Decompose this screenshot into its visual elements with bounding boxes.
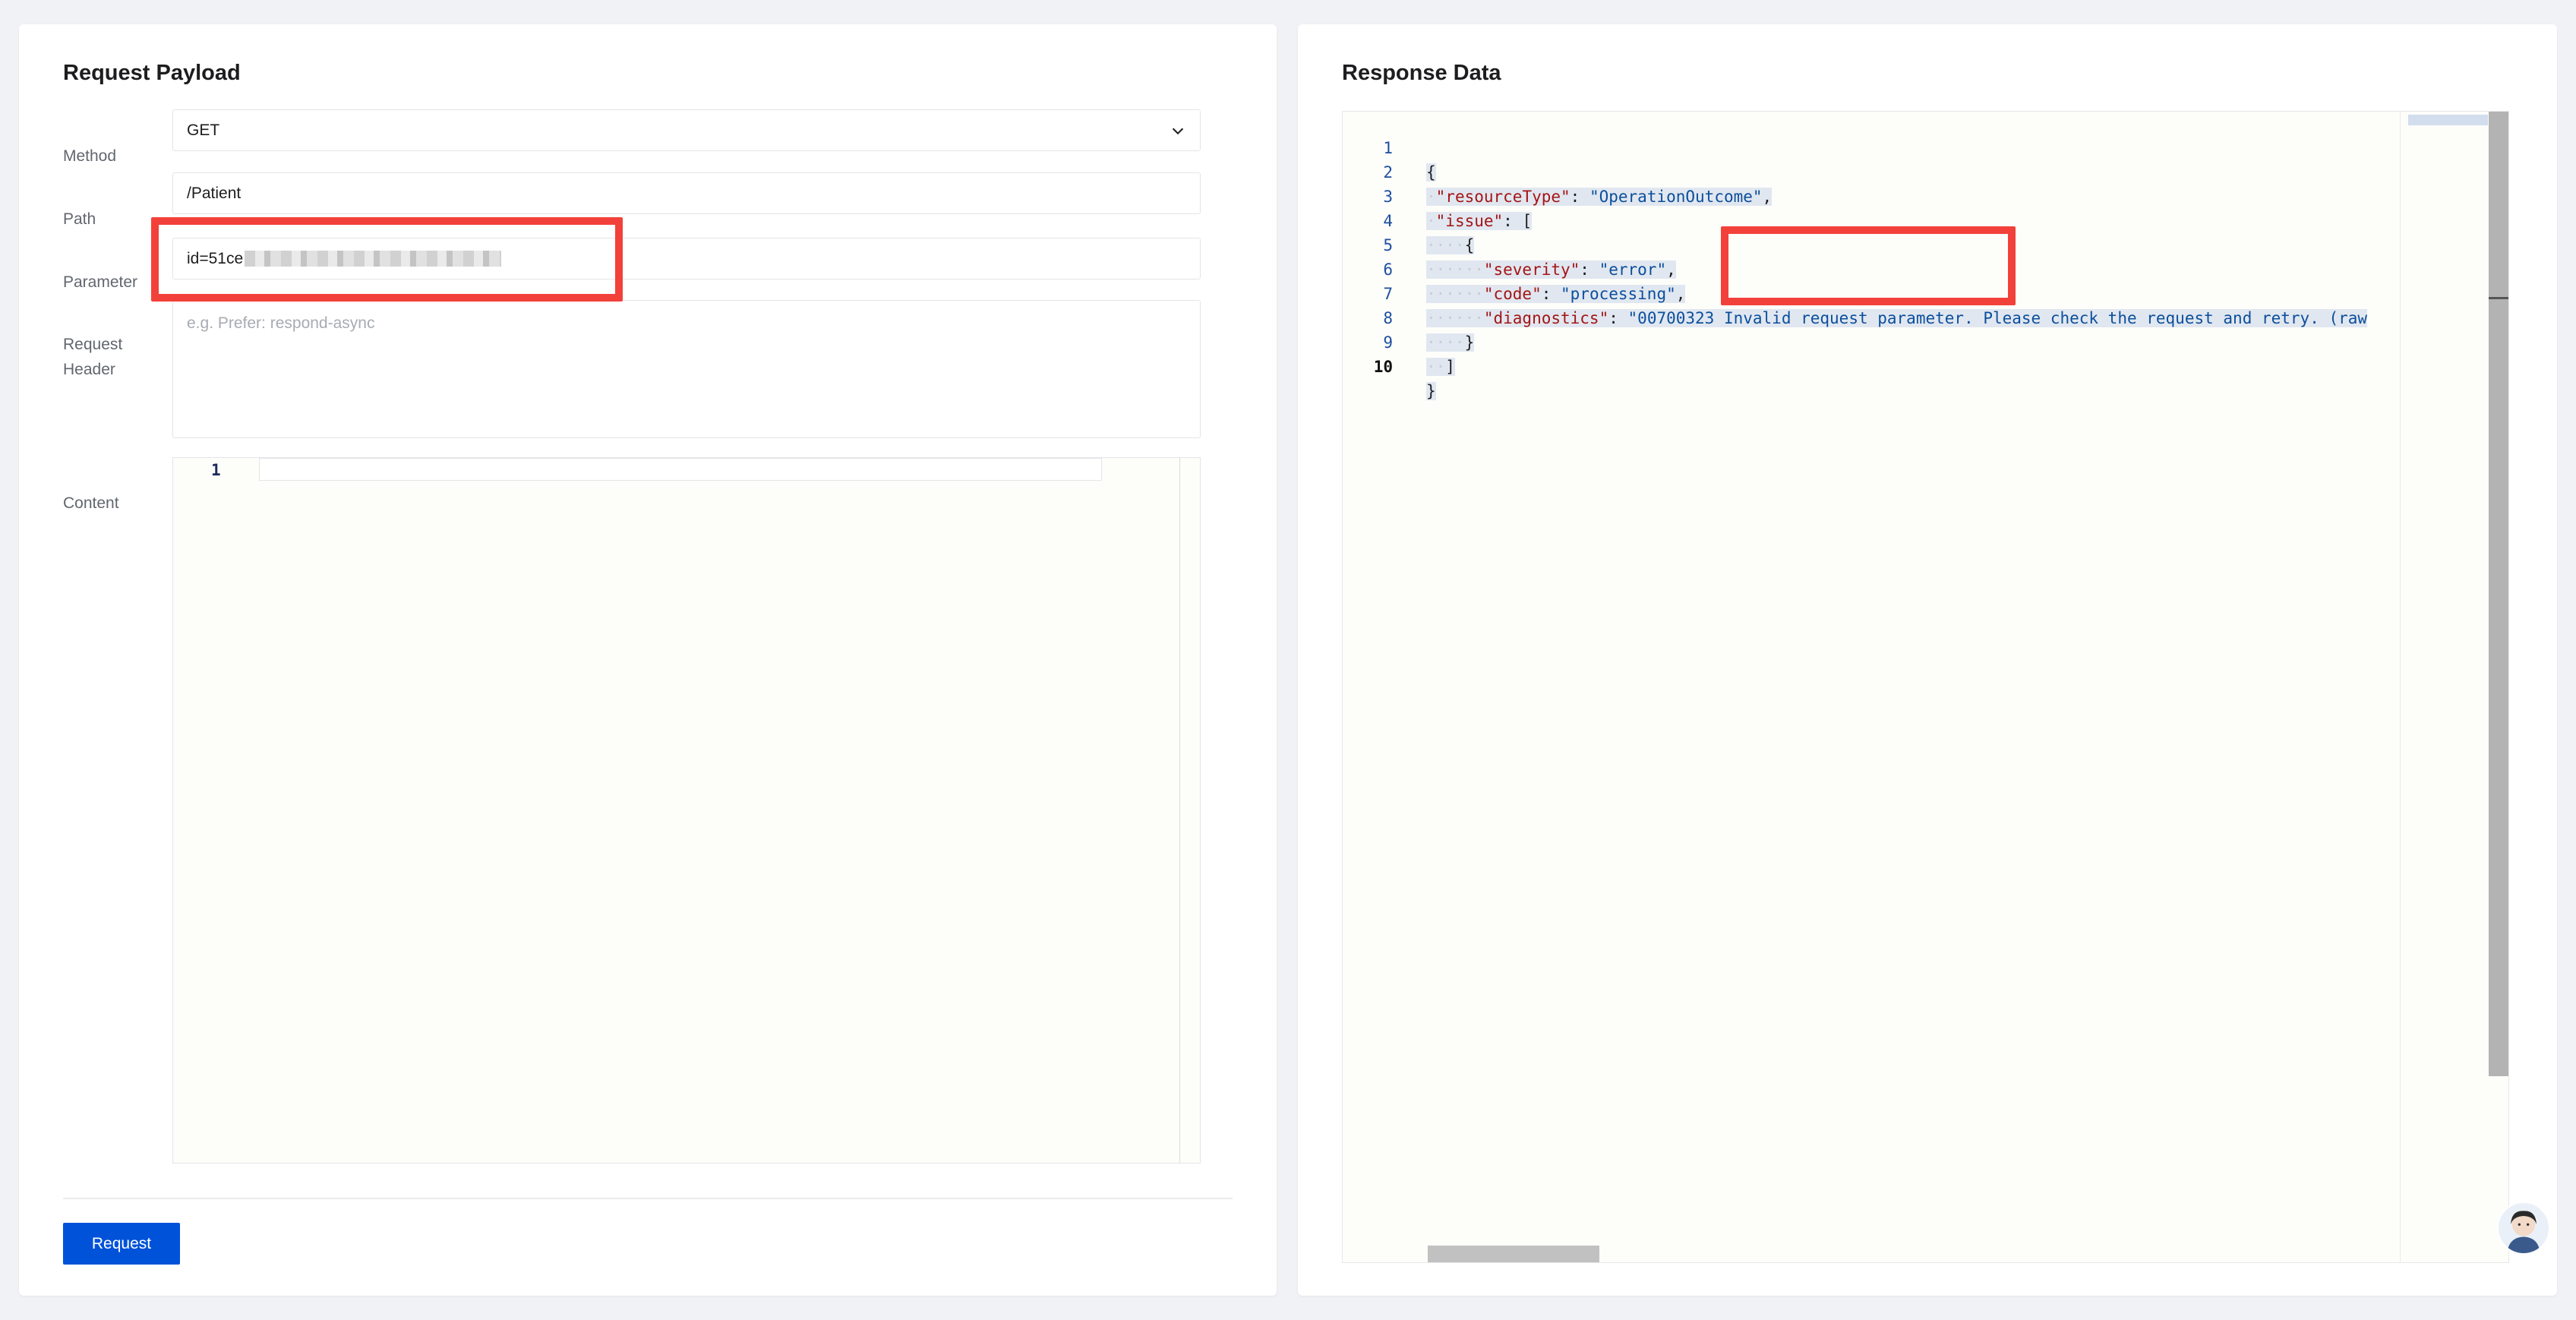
request-header-textarea[interactable]: e.g. Prefer: respond-async: [172, 300, 1201, 438]
request-header-label-line2: Header: [63, 361, 115, 378]
path-value: /Patient: [187, 184, 242, 202]
method-select[interactable]: GET: [172, 109, 1201, 151]
code-line: 4 ····{: [1343, 185, 1475, 254]
parameter-label: Parameter: [63, 273, 138, 291]
code-line: 2 ·"resourceType": "OperationOutcome",: [1343, 136, 1773, 206]
form-divider: [63, 1198, 1233, 1199]
code-line: 8 ····}: [1343, 282, 1475, 352]
code-text: ·"issue": [: [1426, 212, 1533, 230]
content-scrollbar[interactable]: [1179, 458, 1180, 1163]
method-value: GET: [187, 121, 220, 139]
path-input[interactable]: /Patient: [172, 172, 1201, 214]
response-horizontal-scrollbar[interactable]: [1428, 1246, 1599, 1262]
scrollbar-marker: [2489, 297, 2508, 299]
assistant-avatar-icon[interactable]: [2497, 1202, 2550, 1255]
code-text: ····}: [1426, 333, 1475, 352]
request-button[interactable]: Request: [63, 1223, 180, 1265]
content-current-line[interactable]: [259, 458, 1102, 481]
code-line: 10 }: [1343, 330, 1436, 400]
minimap-viewport: [2408, 115, 2488, 125]
response-vertical-scrollbar[interactable]: [2489, 112, 2508, 1076]
code-text: ·"resourceType": "OperationOutcome",: [1426, 188, 1773, 206]
code-text: ······"diagnostics": "00700323 Invalid r…: [1426, 309, 2368, 327]
code-text: ······"code": "processing",: [1426, 285, 1686, 303]
request-header-placeholder: e.g. Prefer: respond-async: [187, 314, 375, 332]
request-payload-panel: Request Payload Method GET Path /Patient…: [19, 24, 1277, 1296]
path-label: Path: [63, 210, 96, 228]
content-label: Content: [63, 494, 119, 512]
response-data-title: Response Data: [1342, 61, 1501, 85]
line-number: 10: [1373, 358, 1393, 376]
code-line: 1 {: [1343, 112, 1436, 182]
request-header-label: Request Header: [63, 332, 122, 382]
code-line: 9 ··]: [1343, 306, 1455, 376]
code-line: 5 ······"severity": "error",: [1343, 209, 1676, 279]
response-data-panel: Response Data 1 { 2 ·"resourceType": "Op…: [1298, 24, 2557, 1296]
content-editor[interactable]: 1: [172, 457, 1201, 1164]
parameter-highlight-box: [151, 217, 623, 302]
request-payload-title: Request Payload: [63, 61, 241, 85]
method-label: Method: [63, 147, 117, 165]
content-line-number: 1: [211, 461, 221, 479]
code-line: 7 ······"diagnostics": "00700323 Invalid…: [1343, 257, 2368, 327]
code-text: ······"severity": "error",: [1426, 261, 1676, 279]
code-line: 6 ······"code": "processing",: [1343, 233, 1686, 303]
code-text: ··]: [1426, 358, 1455, 376]
code-text: {: [1426, 163, 1436, 182]
chevron-down-icon: [1172, 128, 1184, 134]
diagnostics-highlight-box: [1721, 226, 2016, 305]
request-header-label-line1: Request: [63, 336, 123, 353]
code-minimap[interactable]: [2400, 112, 2488, 1262]
code-text: ····{: [1426, 236, 1475, 254]
code-line: 3 ·"issue": [: [1343, 160, 1533, 230]
code-text: }: [1426, 382, 1436, 400]
